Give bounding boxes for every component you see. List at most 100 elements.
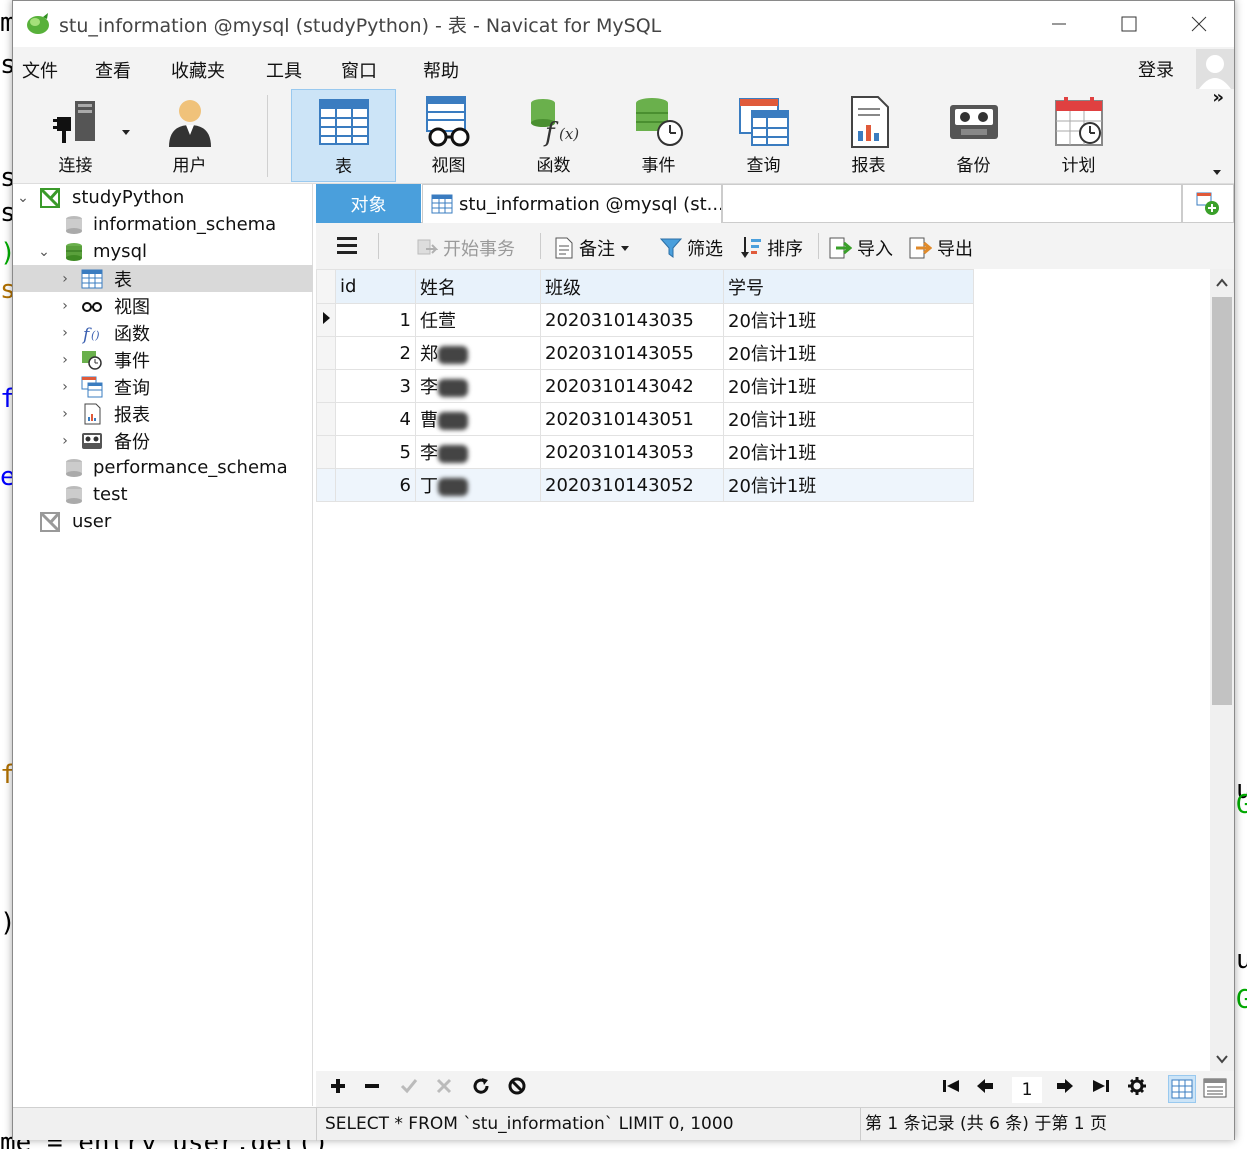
import-button[interactable]: 导入 bbox=[828, 235, 893, 261]
tree-database-mysql[interactable]: ⌄ mysql bbox=[13, 238, 313, 265]
expand-arrow-icon[interactable]: › bbox=[58, 298, 72, 314]
cell-name[interactable]: 李 bbox=[415, 369, 541, 403]
cell-class[interactable]: 2020310143053 bbox=[540, 435, 724, 469]
row-marker[interactable] bbox=[316, 468, 336, 502]
row-marker[interactable] bbox=[316, 435, 336, 469]
cell-class[interactable]: 2020310143052 bbox=[540, 468, 724, 502]
cell-id[interactable]: 3 bbox=[335, 369, 416, 403]
vertical-scrollbar[interactable] bbox=[1210, 269, 1234, 1071]
discard-changes-button[interactable] bbox=[436, 1077, 452, 1099]
backup-tool-button[interactable]: 备份 bbox=[921, 89, 1026, 182]
add-record-button[interactable] bbox=[330, 1077, 346, 1099]
view-tool-button[interactable]: 视图 bbox=[396, 89, 501, 182]
expand-arrow-icon[interactable]: › bbox=[58, 433, 72, 449]
tree-database-performance-schema[interactable]: performance_schema bbox=[13, 454, 313, 481]
login-link[interactable]: 登录 bbox=[1138, 56, 1174, 82]
table-row[interactable]: 5 李 2020310143053 20信计1班 bbox=[316, 435, 974, 469]
menu-help[interactable]: 帮助 bbox=[423, 57, 459, 83]
memo-button[interactable]: 备注 bbox=[554, 235, 630, 261]
row-marker[interactable] bbox=[316, 402, 336, 436]
memo-dropdown-icon[interactable] bbox=[620, 244, 630, 252]
cell-name[interactable]: 李 bbox=[415, 435, 541, 469]
tree-connection-user[interactable]: user bbox=[13, 508, 313, 535]
column-header-student-no[interactable]: 学号 bbox=[723, 269, 974, 304]
tree-connection-studypython[interactable]: ⌄ studyPython bbox=[13, 184, 313, 211]
menu-view[interactable]: 查看 bbox=[95, 57, 131, 83]
tree-node-views[interactable]: › 视图 bbox=[13, 292, 313, 319]
table-row[interactable]: 2 郑 2020310143055 20信计1班 bbox=[316, 336, 974, 370]
scroll-up-icon[interactable] bbox=[1210, 277, 1234, 289]
first-page-button[interactable] bbox=[942, 1077, 960, 1099]
toolbar-more-button[interactable]: » bbox=[1212, 87, 1224, 108]
cell-name[interactable]: 丁 bbox=[415, 468, 541, 502]
toolbar-overflow-icon[interactable] bbox=[1212, 169, 1222, 177]
tree-node-queries[interactable]: › 查询 bbox=[13, 373, 313, 400]
apply-changes-button[interactable] bbox=[400, 1077, 418, 1099]
cell-class[interactable]: 2020310143035 bbox=[540, 303, 724, 337]
scrollbar-thumb[interactable] bbox=[1212, 297, 1232, 705]
settings-button[interactable] bbox=[1128, 1077, 1146, 1100]
connect-button[interactable]: 连接 bbox=[23, 89, 130, 182]
minimize-button[interactable] bbox=[1024, 1, 1094, 47]
expand-arrow-icon[interactable]: › bbox=[58, 352, 72, 368]
cell-student-no[interactable]: 20信计1班 bbox=[723, 468, 974, 502]
sort-button[interactable]: 排序 bbox=[740, 235, 803, 261]
page-number-input[interactable]: 1 bbox=[1012, 1077, 1042, 1103]
menu-window[interactable]: 窗口 bbox=[341, 57, 377, 83]
table-row[interactable]: 1 任萱 2020310143035 20信计1班 bbox=[316, 303, 974, 337]
expand-arrow-icon[interactable]: › bbox=[58, 325, 72, 341]
menu-tools[interactable]: 工具 bbox=[266, 57, 302, 83]
user-button[interactable]: 用户 bbox=[137, 89, 242, 182]
function-tool-button[interactable]: f (x) 函数 bbox=[501, 89, 606, 182]
grid-view-button[interactable] bbox=[1168, 1075, 1196, 1103]
table-tool-button[interactable]: 表 bbox=[291, 89, 396, 182]
menu-favorites[interactable]: 收藏夹 bbox=[171, 57, 225, 83]
cell-class[interactable]: 2020310143055 bbox=[540, 336, 724, 370]
tree-database-information-schema[interactable]: information_schema bbox=[13, 211, 313, 238]
expand-arrow-icon[interactable]: › bbox=[58, 379, 72, 395]
tree-node-backups[interactable]: › 备份 bbox=[13, 427, 313, 454]
tab-objects[interactable]: 对象 bbox=[316, 184, 421, 223]
row-marker[interactable] bbox=[316, 369, 336, 403]
expand-arrow-icon[interactable]: › bbox=[58, 406, 72, 422]
next-page-button[interactable] bbox=[1056, 1077, 1074, 1099]
column-header-id[interactable]: id bbox=[335, 269, 416, 304]
tree-node-functions[interactable]: › f () 函数 bbox=[13, 319, 313, 346]
cell-id[interactable]: 2 bbox=[335, 336, 416, 370]
cell-student-no[interactable]: 20信计1班 bbox=[723, 369, 974, 403]
cell-id[interactable]: 1 bbox=[335, 303, 416, 337]
cell-name[interactable]: 任萱 bbox=[415, 303, 541, 337]
scroll-down-icon[interactable] bbox=[1210, 1053, 1234, 1065]
cell-id[interactable]: 4 bbox=[335, 402, 416, 436]
table-row[interactable]: 4 曹 2020310143051 20信计1班 bbox=[316, 402, 974, 436]
column-header-name[interactable]: 姓名 bbox=[415, 269, 541, 304]
tree-node-tables[interactable]: › 表 bbox=[13, 265, 313, 292]
tree-node-events[interactable]: › 事件 bbox=[13, 346, 313, 373]
expand-arrow-icon[interactable]: › bbox=[58, 271, 72, 287]
cell-student-no[interactable]: 20信计1班 bbox=[723, 303, 974, 337]
stop-button[interactable] bbox=[508, 1077, 526, 1100]
table-row[interactable]: 6 丁 2020310143052 20信计1班 bbox=[316, 468, 974, 502]
report-tool-button[interactable]: 报表 bbox=[816, 89, 921, 182]
event-tool-button[interactable]: 事件 bbox=[606, 89, 711, 182]
last-page-button[interactable] bbox=[1092, 1077, 1110, 1099]
tree-node-reports[interactable]: › 报表 bbox=[13, 400, 313, 427]
tree-database-test[interactable]: test bbox=[13, 481, 313, 508]
tab-table-stu-information[interactable]: stu_information @mysql (st... bbox=[422, 184, 722, 223]
cell-name[interactable]: 郑 bbox=[415, 336, 541, 370]
export-button[interactable]: 导出 bbox=[908, 235, 973, 261]
cell-student-no[interactable]: 20信计1班 bbox=[723, 435, 974, 469]
maximize-button[interactable] bbox=[1094, 1, 1164, 47]
query-tool-button[interactable]: 查询 bbox=[711, 89, 816, 182]
cell-id[interactable]: 6 bbox=[335, 468, 416, 502]
cell-id[interactable]: 5 bbox=[335, 435, 416, 469]
cell-class[interactable]: 2020310143042 bbox=[540, 369, 724, 403]
column-header-class[interactable]: 班级 bbox=[540, 269, 724, 304]
schedule-tool-button[interactable]: 计划 bbox=[1026, 89, 1131, 182]
cell-class[interactable]: 2020310143051 bbox=[540, 402, 724, 436]
collapse-arrow-icon[interactable]: ⌄ bbox=[37, 244, 51, 260]
cell-name[interactable]: 曹 bbox=[415, 402, 541, 436]
user-avatar[interactable] bbox=[1196, 49, 1234, 89]
collapse-arrow-icon[interactable]: ⌄ bbox=[16, 190, 30, 206]
cell-student-no[interactable]: 20信计1班 bbox=[723, 336, 974, 370]
